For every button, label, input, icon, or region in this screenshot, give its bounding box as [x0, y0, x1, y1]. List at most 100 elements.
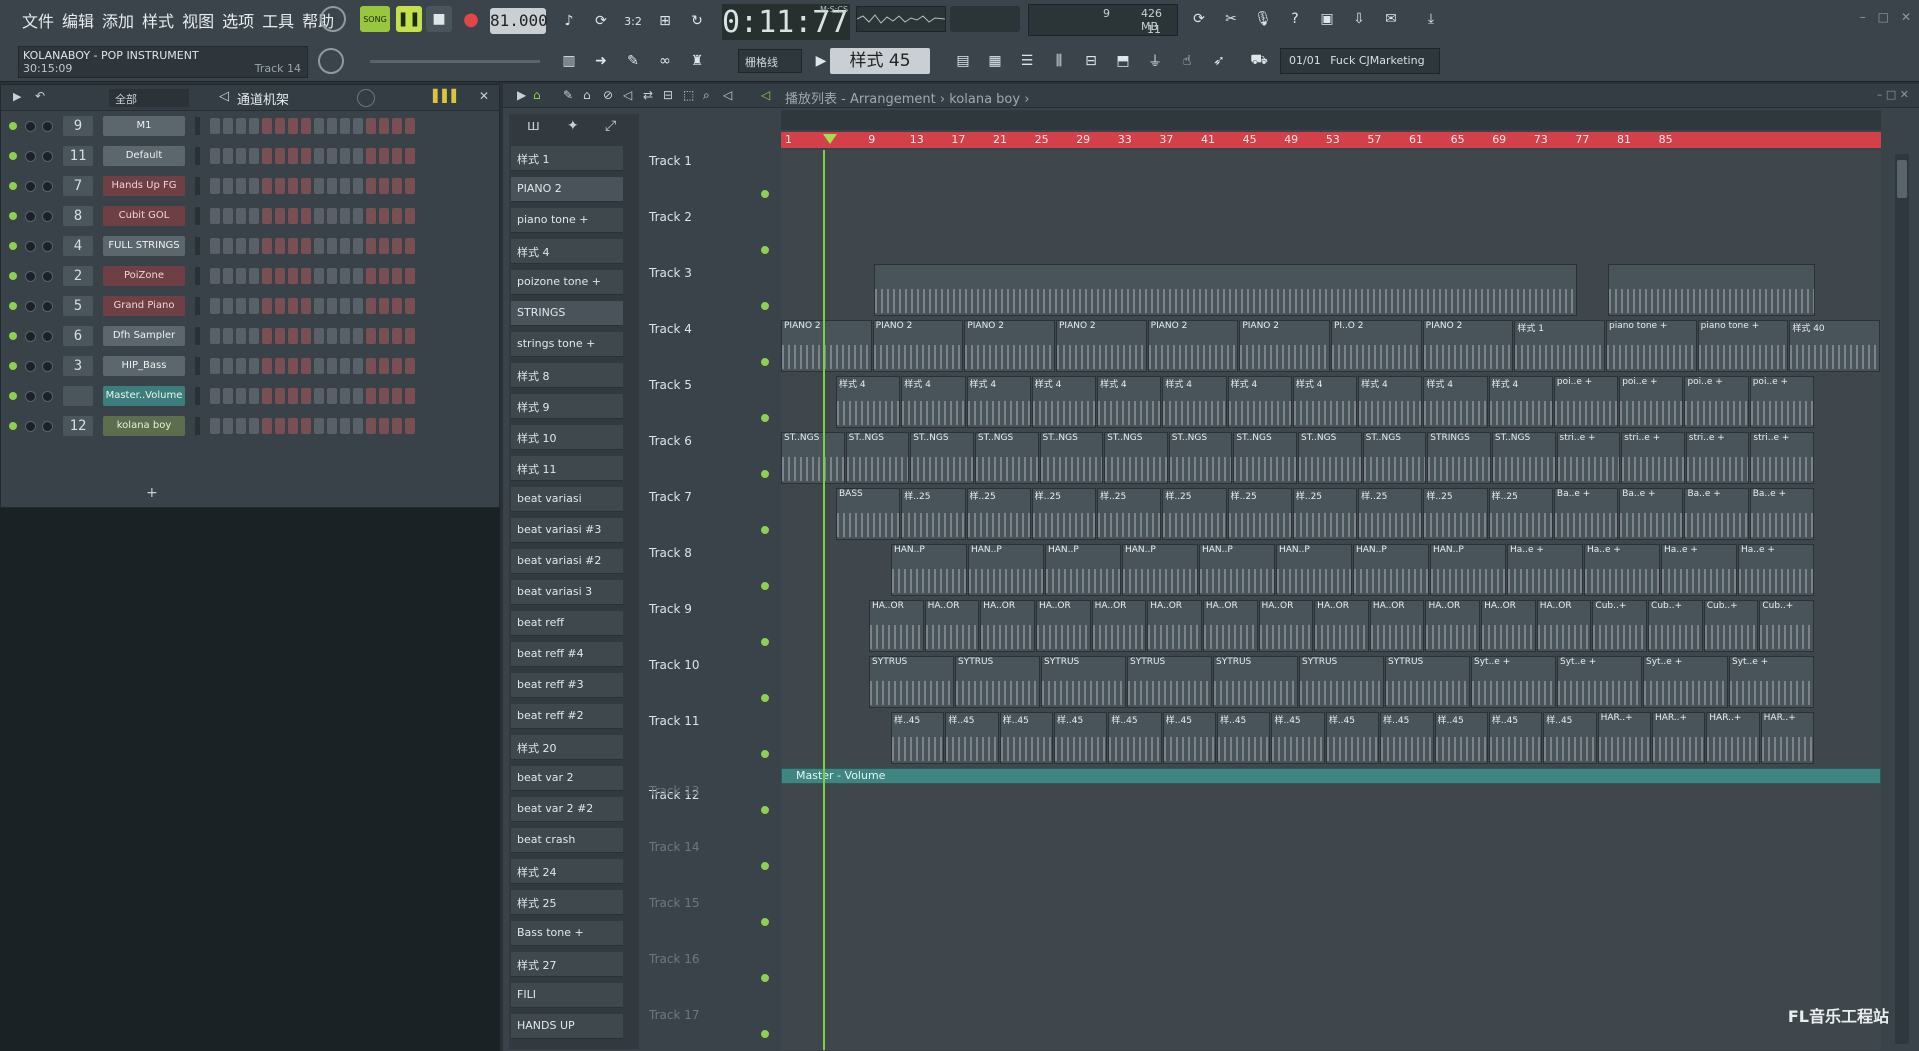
channel-row[interactable]: 8 Cubit GOL	[9, 205, 415, 227]
pattern-clip[interactable]: 样..25	[1488, 488, 1553, 540]
channel-active-led[interactable]	[9, 332, 17, 340]
pattern-clip[interactable]: HAR..+	[1597, 712, 1651, 764]
pattern-list-item[interactable]: 样式 20	[511, 735, 623, 760]
step-button[interactable]	[288, 148, 298, 164]
pattern-clip[interactable]: 样式 4	[1488, 376, 1553, 428]
channel-volume-knob[interactable]	[42, 330, 53, 342]
pattern-list-item[interactable]: poizone tone +	[511, 270, 623, 295]
step-button[interactable]	[301, 418, 311, 434]
pattern-list-item[interactable]: beat variasi #2	[511, 549, 623, 574]
pattern-clip[interactable]: PIANO 2	[872, 320, 964, 372]
step-button[interactable]	[301, 268, 311, 284]
pattern-clip[interactable]: 样式 4	[1423, 376, 1488, 428]
step-button[interactable]	[353, 328, 363, 344]
channel-row[interactable]: 11 Default	[9, 145, 415, 167]
pattern-clip[interactable]: 样..45	[999, 712, 1054, 764]
step-button[interactable]	[392, 148, 402, 164]
channel-name-button[interactable]: Grand Piano	[103, 296, 185, 316]
pattern-clip[interactable]: ST..NGS	[1039, 432, 1104, 484]
step-button[interactable]	[275, 388, 285, 404]
pattern-clip[interactable]: HAN..P	[1353, 544, 1429, 596]
channel-select-bar[interactable]	[195, 237, 200, 255]
step-button[interactable]	[392, 418, 402, 434]
channel-name-button[interactable]: Cubit GOL	[103, 206, 185, 226]
draw-tool-icon[interactable]: ✎	[563, 88, 573, 102]
step-button[interactable]	[392, 238, 402, 254]
step-button[interactable]	[236, 298, 246, 314]
step-button[interactable]	[340, 418, 350, 434]
step-button[interactable]	[223, 328, 233, 344]
stamp-button[interactable]: ♜	[684, 48, 710, 74]
pattern-clip[interactable]: Syt..e +	[1471, 656, 1556, 708]
pattern-clip[interactable]: Cub..+	[1703, 600, 1759, 652]
pattern-clip[interactable]: Ha..e +	[1738, 544, 1814, 596]
channel-name-button[interactable]: Hands Up FG	[103, 176, 185, 196]
pattern-list-item[interactable]: beat reff	[511, 611, 623, 636]
step-button[interactable]	[379, 298, 389, 314]
track-mute-led[interactable]	[761, 190, 769, 198]
channel-pan-knob[interactable]	[25, 390, 36, 402]
window-close-icon[interactable]: – □ ✕	[1877, 88, 1909, 101]
step-button[interactable]	[314, 118, 324, 134]
pattern-list-item[interactable]: piano tone +	[511, 208, 623, 233]
step-button[interactable]	[301, 178, 311, 194]
pattern-clip[interactable]: 样..45	[1325, 712, 1380, 764]
channel-active-led[interactable]	[9, 212, 17, 220]
channel-pan-knob[interactable]	[25, 300, 36, 312]
track-mute-led[interactable]	[761, 414, 769, 422]
pattern-clip[interactable]: HAN..P	[1430, 544, 1506, 596]
channel-pan-knob[interactable]	[25, 360, 36, 372]
snap-selector[interactable]: 栅格线	[738, 49, 802, 73]
pattern-list-item[interactable]: beat crash	[511, 828, 623, 853]
step-button[interactable]	[314, 208, 324, 224]
track-name[interactable]: Track 5	[649, 378, 692, 392]
step-button[interactable]	[366, 328, 376, 344]
channel-mixer-track[interactable]: 12	[63, 416, 93, 436]
step-button[interactable]	[366, 178, 376, 194]
step-button[interactable]	[262, 208, 272, 224]
pattern-clip[interactable]: 样..45	[1054, 712, 1108, 764]
pattern-clip[interactable]: Ba..e +	[1553, 488, 1619, 540]
link-button[interactable]: ∞	[652, 48, 678, 74]
mute-tool-icon[interactable]: ◁	[623, 88, 632, 102]
step-button[interactable]	[405, 148, 415, 164]
step-button[interactable]	[366, 268, 376, 284]
pattern-clip[interactable]: piano tone +	[1697, 320, 1789, 372]
step-button[interactable]	[275, 328, 285, 344]
menu-options[interactable]: 选项	[218, 8, 258, 32]
pattern-clip[interactable]: HA..OR	[924, 600, 980, 652]
pattern-clip[interactable]: PI..O 2	[1331, 320, 1422, 372]
metronome-button[interactable]: ♪	[556, 8, 582, 34]
step-button[interactable]	[236, 148, 246, 164]
channel-select-bar[interactable]	[195, 147, 200, 165]
track-name[interactable]: Track 7	[649, 490, 692, 504]
track-name[interactable]: Track 11	[649, 714, 699, 728]
track-name[interactable]: Track 3	[649, 266, 692, 280]
pattern-clip[interactable]: Ha..e +	[1584, 544, 1660, 596]
step-button[interactable]	[249, 178, 259, 194]
pattern-clip[interactable]: ST..NGS	[1298, 432, 1362, 484]
piano-roll-view-button[interactable]: ▦	[982, 48, 1008, 74]
step-button[interactable]	[379, 148, 389, 164]
pattern-clip[interactable]: Cub..+	[1759, 600, 1814, 652]
track-name[interactable]: Track 4	[649, 322, 692, 336]
step-button[interactable]	[249, 238, 259, 254]
pattern-clip[interactable]: SYTRUS	[1127, 656, 1212, 708]
step-button[interactable]	[405, 208, 415, 224]
step-button[interactable]	[223, 418, 233, 434]
track-name[interactable]: Track 17	[649, 1008, 699, 1022]
pattern-clip[interactable]: 样..25	[901, 488, 966, 540]
step-button[interactable]	[223, 238, 233, 254]
channel-mixer-track[interactable]: 4	[63, 236, 93, 256]
step-button[interactable]	[288, 298, 298, 314]
pattern-list-item[interactable]: beat variasi #3	[511, 518, 623, 543]
channel-name-button[interactable]: FULL STRINGS	[103, 236, 185, 256]
channel-volume-knob[interactable]	[42, 150, 53, 162]
channel-select-bar[interactable]	[195, 207, 200, 225]
step-button[interactable]	[314, 238, 324, 254]
master-pitch-knob[interactable]	[318, 48, 344, 74]
step-button[interactable]	[405, 418, 415, 434]
step-button[interactable]	[210, 268, 220, 284]
step-button[interactable]	[340, 388, 350, 404]
step-button[interactable]	[327, 178, 337, 194]
